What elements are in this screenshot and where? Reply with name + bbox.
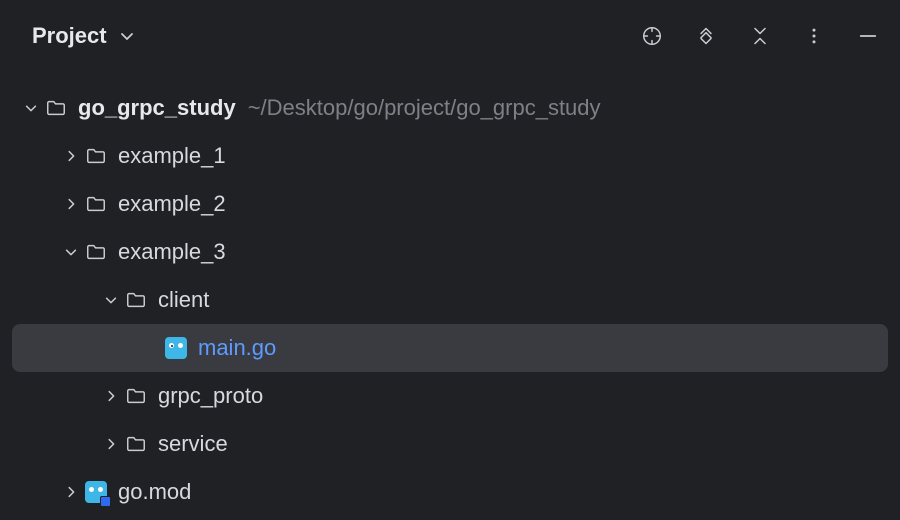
project-header-actions [640, 24, 880, 48]
project-header: Project [0, 10, 900, 62]
tree-node-label: example_2 [118, 191, 226, 217]
tree-node-path-hint: ~/Desktop/go/project/go_grpc_study [248, 95, 601, 121]
tree-node-folder[interactable]: example_2 [12, 180, 888, 228]
collapse-all-icon[interactable] [748, 24, 772, 48]
chevron-right-icon[interactable] [98, 437, 124, 451]
expand-all-icon[interactable] [694, 24, 718, 48]
chevron-down-icon[interactable] [58, 245, 84, 259]
tree-node-root[interactable]: go_grpc_study ~/Desktop/go/project/go_gr… [12, 84, 888, 132]
project-tool-window: Project [0, 0, 900, 520]
folder-icon [124, 288, 148, 312]
folder-icon [124, 384, 148, 408]
tree-node-label: go.mod [118, 479, 191, 505]
chevron-down-icon[interactable] [98, 293, 124, 307]
tree-node-label: go_grpc_study [78, 95, 236, 121]
folder-icon [84, 192, 108, 216]
chevron-right-icon[interactable] [98, 389, 124, 403]
tree-node-label: main.go [198, 335, 276, 361]
tree-node-label: grpc_proto [158, 383, 263, 409]
folder-icon [44, 96, 68, 120]
tree-node-label: service [158, 431, 228, 457]
folder-icon [84, 240, 108, 264]
tree-node-label: client [158, 287, 209, 313]
select-opened-file-icon[interactable] [640, 24, 664, 48]
chevron-down-icon [115, 24, 139, 48]
project-title: Project [32, 23, 107, 49]
tree-node-folder[interactable]: example_1 [12, 132, 888, 180]
chevron-right-icon[interactable] [58, 485, 84, 499]
tree-node-label: example_1 [118, 143, 226, 169]
folder-icon [84, 144, 108, 168]
project-tree[interactable]: go_grpc_study ~/Desktop/go/project/go_gr… [0, 62, 900, 516]
more-options-icon[interactable] [802, 24, 826, 48]
tree-node-folder[interactable]: example_3 [12, 228, 888, 276]
chevron-down-icon[interactable] [18, 101, 44, 115]
tree-node-label: example_3 [118, 239, 226, 265]
folder-icon [124, 432, 148, 456]
go-file-icon [164, 336, 188, 360]
tree-node-folder[interactable]: grpc_proto [12, 372, 888, 420]
tree-node-folder[interactable]: service [12, 420, 888, 468]
project-view-selector[interactable]: Project [32, 23, 139, 49]
tree-node-folder[interactable]: client [12, 276, 888, 324]
chevron-right-icon[interactable] [58, 149, 84, 163]
hide-panel-icon[interactable] [856, 24, 880, 48]
go-mod-icon [84, 480, 108, 504]
tree-node-file[interactable]: go.mod [12, 468, 888, 516]
chevron-right-icon[interactable] [58, 197, 84, 211]
tree-node-file-selected[interactable]: main.go [12, 324, 888, 372]
